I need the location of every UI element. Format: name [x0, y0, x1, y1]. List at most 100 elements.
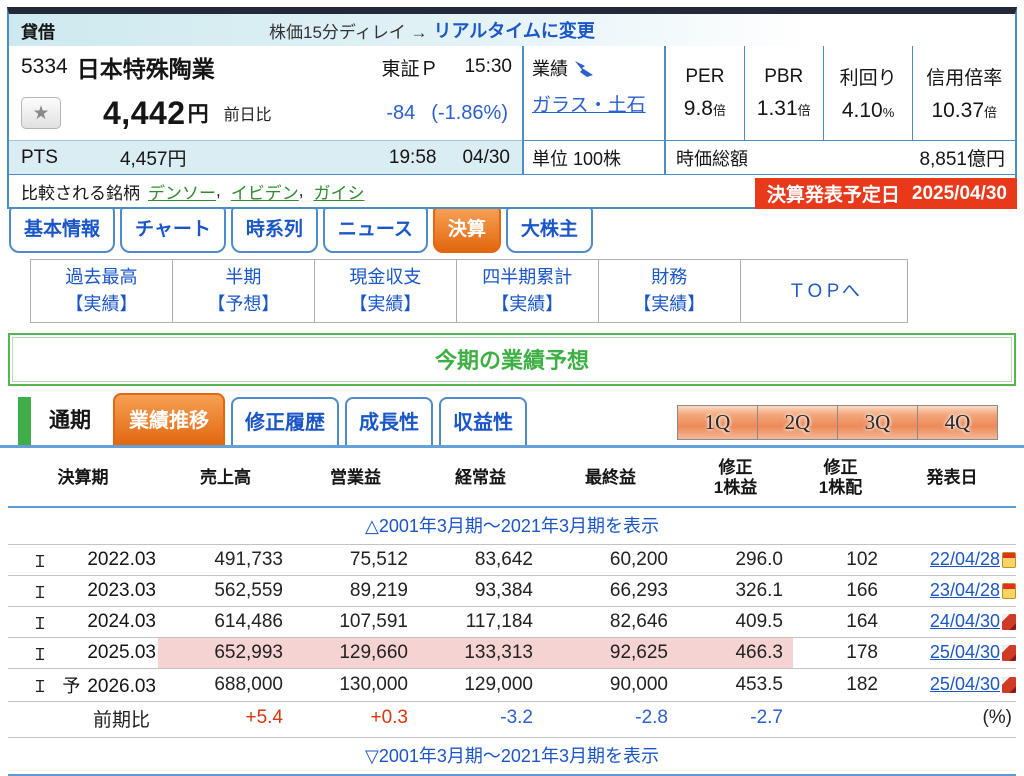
- tab-basic-info[interactable]: 基本情報: [9, 207, 115, 253]
- submenu-quarterly-cumulative[interactable]: 四半期累計【実績】: [456, 260, 598, 322]
- yoy-label: 前期比: [8, 701, 158, 737]
- price-change: -84: [386, 102, 415, 125]
- col-adjusted-eps: 修正1株益: [678, 450, 793, 507]
- tab-chart[interactable]: チャート: [120, 207, 226, 253]
- announce-date-link[interactable]: 24/04/30: [930, 611, 1000, 631]
- announce-date-link[interactable]: 25/04/30: [930, 642, 1000, 662]
- submenu-half-year[interactable]: 半期【予想】: [172, 260, 314, 322]
- tab-time-series[interactable]: 時系列: [231, 207, 318, 253]
- stock-name: 日本特殊陶業: [77, 50, 215, 84]
- tab-revision-history[interactable]: 修正履歴: [231, 397, 339, 445]
- compare-link[interactable]: ガイシ: [313, 179, 364, 204]
- pdf-icon[interactable]: [1002, 645, 1016, 661]
- earnings-announce-date: 2025/04/30: [912, 183, 1007, 205]
- show-older-periods-link-top: △2001年3月期〜2021年3月期を表示: [8, 507, 1016, 545]
- earnings-announce-banner: 決算発表予定日 2025/04/30: [755, 178, 1017, 209]
- operating-profit-value: 130,000: [293, 668, 418, 701]
- quarter-2q-button[interactable]: 2Q: [758, 406, 837, 439]
- submenu-record-high[interactable]: 過去最高【実績】: [31, 260, 172, 322]
- net-profit-value: 90,000: [543, 668, 678, 701]
- announce-date-link[interactable]: 23/04/28: [930, 580, 1000, 600]
- pts-time: 19:58: [389, 147, 437, 169]
- eps-value: 409.5: [678, 606, 793, 637]
- fiscal-period: 2025.03: [87, 642, 156, 664]
- table-row: Ｉ2023.03 562,559 89,219 93,384 66,293 32…: [8, 575, 1016, 606]
- col-ordinary-profit: 経常益: [418, 450, 543, 507]
- top-bar: 貸借 株価15分ディレイ → リアルタイムに変更: [9, 14, 1015, 46]
- net-profit-value: 82,646: [543, 606, 678, 637]
- sector-panel: 業績 ガラス・土石 単位 100株: [522, 46, 664, 174]
- compare-link[interactable]: デンソー: [148, 179, 216, 204]
- fiscal-period: 2026.03: [87, 676, 156, 698]
- yoy-eps: -2.7: [678, 701, 793, 737]
- quarter-buttons: 1Q 2Q 3Q 4Q: [677, 405, 998, 440]
- operating-profit-value: 129,660: [293, 637, 418, 668]
- pts-row: PTS 4,457円 19:58 04/30: [9, 140, 522, 174]
- table-row-current: Ｉ2025.03 652,993 129,660 133,313 92,625 …: [8, 637, 1016, 668]
- calendar-icon[interactable]: [1002, 583, 1016, 599]
- tab-earnings[interactable]: 決算: [433, 207, 501, 253]
- section-banner: 今期の業績予想: [8, 333, 1016, 386]
- ordinary-profit-value: 133,313: [418, 637, 543, 668]
- tab-performance-trend[interactable]: 業績推移: [113, 393, 225, 445]
- submenu-financials[interactable]: 財務【実績】: [598, 260, 740, 322]
- quarter-4q-button[interactable]: 4Q: [918, 406, 997, 439]
- main-nav-tabs: 基本情報 チャート 時系列 ニュース 決算 大株主: [9, 209, 1024, 253]
- col-sales: 売上高: [158, 450, 293, 507]
- pts-price: 4,457円: [120, 144, 187, 171]
- quarter-1q-button[interactable]: 1Q: [678, 406, 757, 439]
- quarter-3q-button[interactable]: 3Q: [838, 406, 917, 439]
- sector-link[interactable]: ガラス・土石: [532, 95, 646, 116]
- market-cap-value: 8,851億円: [919, 144, 1005, 171]
- tab-major-shareholders[interactable]: 大株主: [506, 207, 593, 253]
- section-banner-title: 今期の業績予想: [12, 337, 1012, 382]
- table-header-row: 決算期 売上高 営業益 経常益 最終益 修正1株益 修正1株配 発表日: [8, 450, 1016, 507]
- compare-link[interactable]: イビデン: [231, 179, 299, 204]
- eps-value: 296.0: [678, 544, 793, 575]
- tab-growth[interactable]: 成長性: [345, 397, 433, 445]
- accounting-standard-marker: Ｉ: [32, 579, 48, 603]
- yoy-net: -2.8: [543, 701, 678, 737]
- fiscal-period: 2022.03: [87, 549, 156, 571]
- sales-value: 491,733: [158, 544, 293, 575]
- calendar-icon[interactable]: [1002, 552, 1016, 568]
- tab-news[interactable]: ニュース: [323, 207, 428, 253]
- net-profit-value: 92,625: [543, 637, 678, 668]
- col-adjusted-dividend: 修正1株配: [793, 450, 888, 507]
- show-older-periods-link-bottom: ▽2001年3月期〜2021年3月期を表示: [8, 737, 1016, 775]
- submenu-top[interactable]: ＴＯＰへ: [740, 260, 907, 322]
- price-panel: 5334 日本特殊陶業 東証Ｐ 15:30 ★ 4,442 円 前日比 -84 …: [9, 46, 522, 174]
- market-cap-label: 時価総額: [676, 145, 748, 171]
- eps-value: 453.5: [678, 668, 793, 701]
- accounting-standard-marker: Ｉ: [32, 548, 48, 572]
- market-label: 東証Ｐ: [381, 54, 438, 81]
- realtime-switch-link[interactable]: リアルタイムに変更: [433, 17, 594, 43]
- dividend-value: 164: [793, 606, 888, 637]
- pdf-icon[interactable]: [1002, 677, 1016, 693]
- performance-label: 業績: [532, 55, 568, 81]
- pdf-icon[interactable]: [1002, 614, 1016, 630]
- tab-profitability[interactable]: 収益性: [439, 397, 527, 445]
- table-row: Ｉ2024.03 614,486 107,591 117,184 82,646 …: [8, 606, 1016, 637]
- col-operating-profit: 営業益: [293, 450, 418, 507]
- announce-date-link[interactable]: 25/04/30: [930, 674, 1000, 694]
- earnings-table: 決算期 売上高 営業益 経常益 最終益 修正1株益 修正1株配 発表日 △200…: [8, 450, 1016, 776]
- yoy-unit: (%): [888, 701, 1016, 737]
- metric-per: PER 9.8倍: [666, 46, 744, 140]
- sales-value: 562,559: [158, 575, 293, 606]
- favorite-button[interactable]: ★: [21, 97, 61, 129]
- sales-value: 688,000: [158, 668, 293, 701]
- price-change-percent: (-1.86%): [431, 102, 508, 125]
- metrics-panel: PER 9.8倍 PBR 1.31倍 利回り 4.10% 信用倍率 10.37倍…: [664, 46, 1015, 174]
- green-accent-bar: [18, 397, 31, 445]
- operating-profit-value: 75,512: [293, 544, 418, 575]
- bird-icon[interactable]: [574, 60, 594, 78]
- metric-margin-ratio: 信用倍率 10.37倍: [912, 46, 1015, 140]
- table-row: Ｉ2022.03 491,733 75,512 83,642 60,200 29…: [8, 544, 1016, 575]
- sales-value: 652,993: [158, 637, 293, 668]
- dividend-value: 182: [793, 668, 888, 701]
- submenu-cash-flow[interactable]: 現金収支【実績】: [314, 260, 456, 322]
- announce-date-link[interactable]: 22/04/28: [930, 549, 1000, 569]
- ordinary-profit-value: 83,642: [418, 544, 543, 575]
- section-tab-row: 通期 業績推移 修正履歴 成長性 収益性 1Q 2Q 3Q 4Q: [0, 398, 1024, 448]
